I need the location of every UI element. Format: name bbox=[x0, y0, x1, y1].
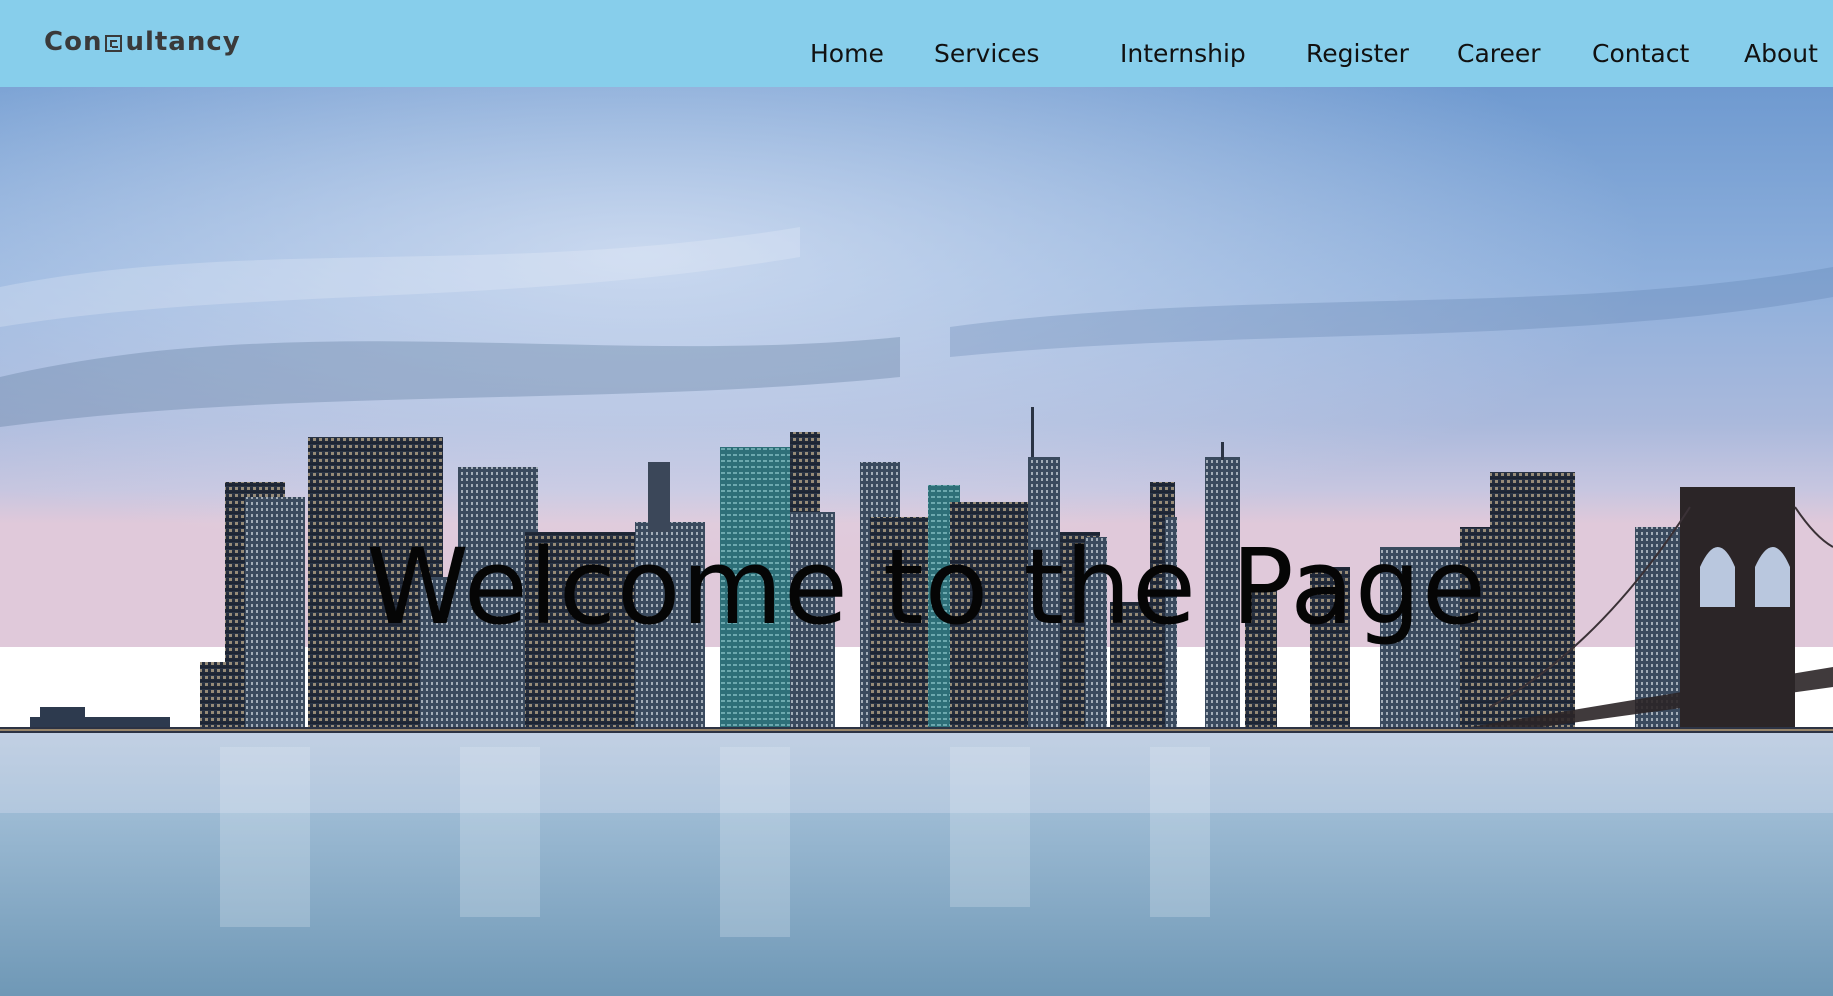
nav-link-contact[interactable]: Contact bbox=[1592, 34, 1689, 74]
nav-link-career[interactable]: Career bbox=[1457, 34, 1541, 74]
hero-headline: Welcome to the Page bbox=[366, 526, 1487, 648]
nav-link-services[interactable]: Services bbox=[934, 34, 1039, 74]
top-navigation-bar: Con ultancy Home Services Internship Reg… bbox=[0, 0, 1833, 87]
main-nav: Home Services Internship Register Career… bbox=[0, 34, 1833, 74]
nav-link-about[interactable]: About bbox=[1744, 34, 1818, 74]
nav-link-register[interactable]: Register bbox=[1306, 34, 1409, 74]
hero-section: Welcome to the Page bbox=[0, 87, 1833, 996]
nav-link-internship[interactable]: Internship bbox=[1120, 34, 1246, 74]
nav-link-home[interactable]: Home bbox=[810, 34, 884, 74]
